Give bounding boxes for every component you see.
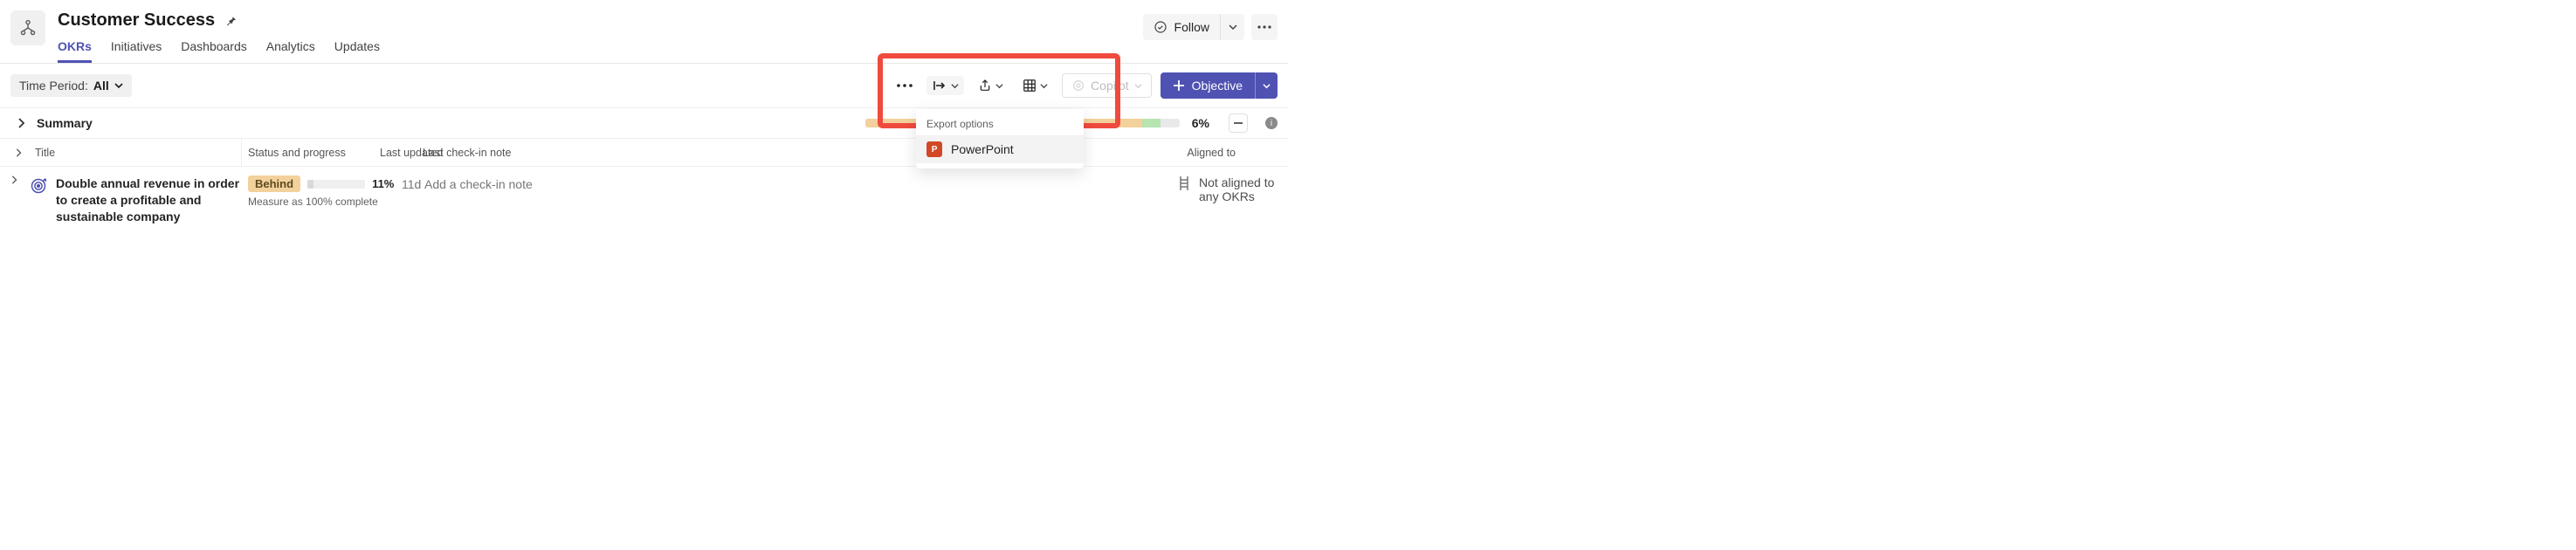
follow-button-group: Follow	[1143, 14, 1244, 40]
copilot-icon	[1071, 79, 1085, 93]
target-icon	[30, 177, 47, 195]
tab-updates[interactable]: Updates	[334, 39, 380, 63]
export-menu: Export options P PowerPoint	[916, 109, 1084, 168]
chevron-down-icon	[995, 82, 1003, 90]
okr-row[interactable]: Double annual revenue in order to create…	[0, 167, 1288, 234]
expand-button[interactable]	[926, 76, 964, 95]
col-aligned: Aligned to	[1187, 147, 1236, 159]
chevron-down-icon	[1040, 82, 1048, 90]
copilot-label: Copilot	[1091, 79, 1129, 93]
checkin-note-input[interactable]: Add a check-in note	[424, 177, 533, 191]
chevron-down-icon	[1134, 82, 1142, 90]
last-updated: 11d	[402, 177, 421, 191]
tab-initiatives[interactable]: Initiatives	[111, 39, 162, 63]
summary-percent: 6%	[1192, 116, 1209, 130]
aligned-to: Not aligned to any OKRs	[1199, 175, 1276, 203]
new-objective-label: Objective	[1192, 79, 1243, 93]
time-period-chip[interactable]: Time Period: All	[10, 74, 132, 97]
page-title: Customer Success	[58, 10, 215, 31]
grid-icon	[1023, 79, 1037, 93]
powerpoint-icon: P	[926, 141, 942, 157]
tabs: OKRs Initiatives Dashboards Analytics Up…	[58, 39, 380, 63]
chevron-down-icon	[951, 82, 959, 90]
tab-okrs[interactable]: OKRs	[58, 39, 92, 63]
row-expand-chevron[interactable]	[10, 175, 17, 184]
row-progress-bar	[307, 180, 365, 189]
grid-view-button[interactable]	[1017, 75, 1053, 96]
col-status: Status and progress	[248, 147, 388, 159]
share-icon	[978, 79, 992, 93]
chevron-down-icon	[114, 81, 123, 90]
measure-label: Measure as 100% complete	[248, 196, 394, 208]
summary-label: Summary	[37, 116, 93, 130]
copilot-button[interactable]: Copilot	[1062, 73, 1152, 98]
summary-expand-chevron[interactable]	[10, 118, 31, 128]
alignment-icon	[1178, 175, 1190, 191]
expand-icon	[932, 79, 947, 92]
info-icon[interactable]: i	[1265, 117, 1278, 129]
status-badge: Behind	[248, 175, 300, 192]
export-item-powerpoint[interactable]: P PowerPoint	[916, 135, 1084, 163]
share-button[interactable]	[973, 75, 1009, 96]
col-title: Title	[35, 147, 55, 159]
new-objective-main[interactable]: Objective	[1161, 72, 1255, 99]
time-period-value: All	[93, 79, 109, 93]
pin-icon[interactable]	[224, 14, 238, 28]
follow-label: Follow	[1174, 20, 1209, 34]
collapse-summary-button[interactable]	[1229, 113, 1248, 133]
time-period-label: Time Period:	[19, 79, 88, 93]
tab-analytics[interactable]: Analytics	[266, 39, 315, 63]
new-objective-button: Objective	[1161, 72, 1278, 99]
new-objective-caret[interactable]	[1255, 72, 1278, 99]
header-more-button[interactable]	[1251, 14, 1278, 40]
follow-caret[interactable]	[1220, 14, 1244, 40]
okr-title: Double annual revenue in order to create…	[56, 175, 246, 225]
title-expand-chevron[interactable]	[10, 148, 26, 157]
col-note: Last check-in note	[423, 147, 511, 159]
hierarchy-icon[interactable]	[10, 10, 45, 45]
export-menu-title: Export options	[916, 114, 1084, 135]
tab-dashboards[interactable]: Dashboards	[181, 39, 247, 63]
check-circle-icon	[1154, 20, 1167, 34]
toolbar-more-button[interactable]	[892, 80, 918, 91]
plus-icon	[1173, 79, 1185, 92]
checkin-icon	[382, 178, 395, 190]
follow-button[interactable]: Follow	[1143, 15, 1220, 39]
export-item-label: PowerPoint	[951, 142, 1014, 156]
